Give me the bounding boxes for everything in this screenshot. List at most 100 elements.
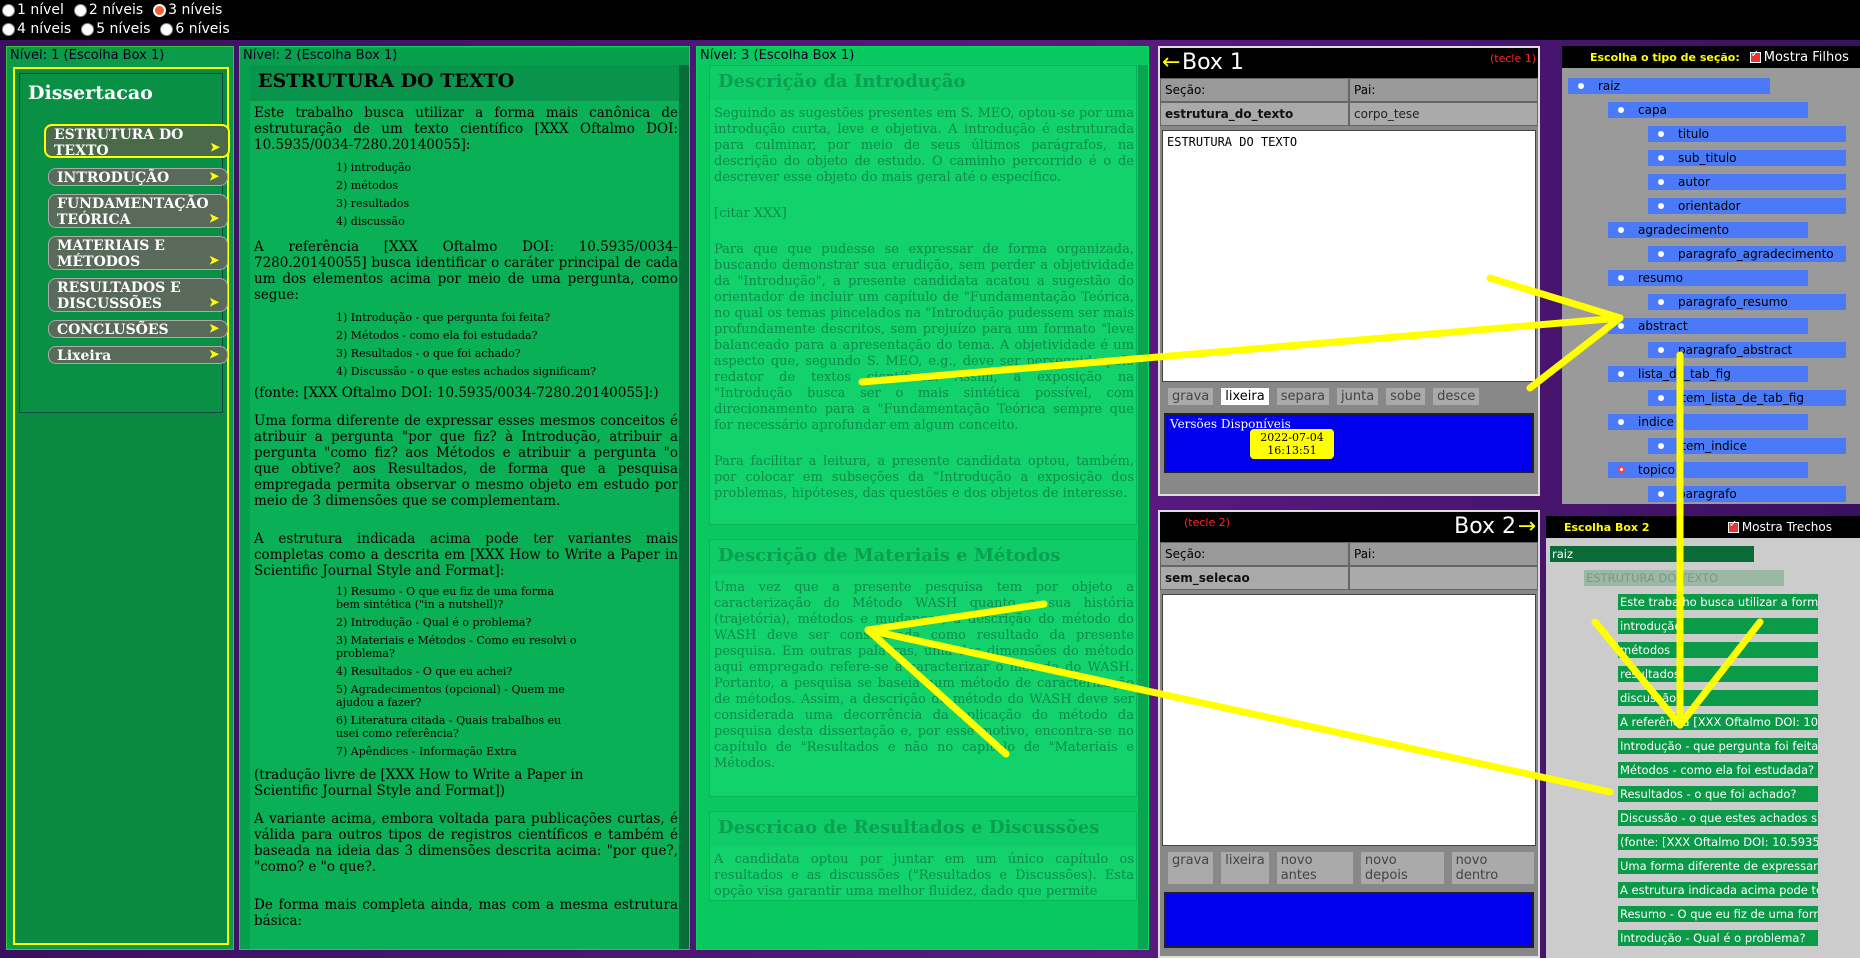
tree-node-paragrafo[interactable]: paragrafo (1648, 486, 1846, 502)
tree-node-capa[interactable]: capa (1608, 102, 1808, 118)
level-6-radio[interactable]: 6 níveis (160, 19, 230, 39)
box2-tree-node[interactable]: A referência [XXX Oftalmo DOI: 10.5 (1618, 714, 1818, 730)
box2-tree-node[interactable]: Introdução - que pergunta foi feita? (1618, 738, 1818, 754)
node-label: abstract (1638, 319, 1688, 333)
tree-header-label: Escolha Box 2 (1564, 520, 1650, 534)
node-label: orientador (1678, 199, 1741, 213)
paragraph: Seguindo as sugestões presentes em S. ME… (714, 106, 1134, 185)
toolbar: grava lixeira separa junta sobe desce (1160, 382, 1538, 405)
tree-node-sub-titulo[interactable]: sub_titulo (1648, 150, 1846, 166)
node-bullet-icon (1658, 251, 1664, 257)
sobe-button[interactable]: sobe (1386, 388, 1426, 405)
version-time: 16:13:51 (1267, 444, 1317, 457)
menu-item-conclusoes[interactable]: CONCLUSÕES ➤ (48, 320, 228, 338)
level-2-content[interactable]: ESTRUTURA DO TEXTO Este trabalho busca u… (250, 65, 680, 949)
box2-tree-node[interactable]: Resumo - O que eu fiz de uma forma (1618, 906, 1818, 922)
level-3-radio[interactable]: 3 níveis (153, 0, 222, 20)
mostra-trechos-checkbox[interactable]: Mostra Trechos (1727, 519, 1832, 534)
box2-tree-node[interactable]: resultados (1618, 666, 1818, 682)
tree-node-agradecimento[interactable]: agradecimento (1608, 222, 1808, 238)
section-materiais[interactable]: Descrição de Materiais e Métodos Uma vez… (709, 539, 1137, 797)
novo-antes-button[interactable]: novo antes (1276, 852, 1353, 884)
radio-selected-icon (153, 3, 167, 17)
scrollbar[interactable] (679, 65, 689, 949)
list-item: 3) resultados (336, 197, 410, 210)
menu-item-resultados[interactable]: RESULTADOS E DISCUSSÕES ➤ (48, 278, 228, 312)
desce-button[interactable]: desce (1433, 388, 1480, 405)
chevron-right-icon: ➤ (209, 140, 220, 154)
tree-node-lista-de-tab-fig[interactable]: lista_de_tab_fig (1608, 366, 1808, 382)
box2-tree-node[interactable]: raiz (1550, 546, 1754, 562)
menu-item-introducao[interactable]: INTRODUÇÃO ➤ (48, 168, 228, 186)
tree-node-raiz[interactable]: raiz (1568, 78, 1770, 94)
list-item: 3) Resultados - o que foi achado? (336, 347, 521, 360)
version-badge[interactable]: 2022-07-04 16:13:51 (1250, 429, 1334, 459)
lixeira-button[interactable]: lixeira (1221, 388, 1269, 405)
paragraph: Uma forma diferente de expressar esses m… (254, 413, 678, 509)
box2-tree-node[interactable]: Resultados - o que foi achado? (1618, 786, 1818, 802)
tree-node-paragrafo-agradecimento[interactable]: paragrafo_agradecimento (1648, 246, 1846, 262)
lixeira-button[interactable]: lixeira (1221, 852, 1269, 884)
node-bullet-icon (1618, 466, 1625, 473)
novo-dentro-button[interactable]: novo dentro (1451, 852, 1534, 884)
arrow-right-icon[interactable]: → (1518, 514, 1536, 539)
tree-node-item-lista-de-tab-fig[interactable]: item_lista_de_tab_fig (1648, 390, 1846, 406)
menu-item-lixeira[interactable]: Lixeira ➤ (48, 346, 228, 364)
box2-tree-node[interactable]: ESTRUTURA DO TEXTO (1584, 570, 1784, 586)
tree-node-item-indice[interactable]: item_indice (1648, 438, 1846, 454)
novo-depois-button[interactable]: novo depois (1360, 852, 1444, 884)
tree-node-paragrafo-abstract[interactable]: paragrafo_abstract (1648, 342, 1846, 358)
tree-node-resumo[interactable]: resumo (1608, 270, 1808, 286)
tree-node-paragrafo-resumo[interactable]: paragrafo_resumo (1648, 294, 1846, 310)
level-1-content: Dissertacao ESTRUTURA DO TEXTO ➤ INTRODUÇ… (13, 67, 230, 945)
list: 1) introdução 2) métodos 3) resultados 4… (250, 153, 680, 235)
level-4-radio[interactable]: 4 níveis (2, 19, 71, 39)
tree-node-titulo[interactable]: titulo (1648, 126, 1846, 142)
box2-tree-node[interactable]: métodos (1618, 642, 1818, 658)
chevron-right-icon: ➤ (208, 253, 219, 267)
tree-node-abstract[interactable]: abstract (1608, 318, 1808, 334)
section-resultados[interactable]: Descricao de Resultados e Discussões A c… (709, 811, 1137, 901)
box2-tree-node[interactable]: Métodos - como ela foi estudada? (1618, 762, 1818, 778)
hint: (tecle 2) (1184, 516, 1231, 529)
panel-title: Nível: 1 (Escolha Box 1) (10, 48, 165, 63)
box2-tree-node[interactable]: Introdução - Qual é o problema? (1618, 930, 1818, 946)
menu-item-estrutura[interactable]: ESTRUTURA DO TEXTO ➤ (44, 124, 230, 159)
list: 1) Resumo - O que eu fiz de uma forma be… (250, 579, 580, 767)
tree-node-topico[interactable]: topico (1608, 462, 1808, 478)
box2-tree-node[interactable]: Uma forma diferente de expressar es (1618, 858, 1818, 874)
node-bullet-icon (1658, 155, 1664, 161)
box2-tree-node[interactable]: discussão (1618, 690, 1818, 706)
separa-button[interactable]: separa (1276, 388, 1329, 405)
level-3-content[interactable]: Descrição da Introdução Seguindo as suge… (709, 65, 1137, 949)
node-label: titulo (1678, 127, 1710, 141)
box2-tree-node[interactable]: (fonte: [XXX Oftalmo DOI: 10.5935/0 (1618, 834, 1818, 850)
menu-item-fundamentacao[interactable]: FUNDAMENTAÇÃO TEÓRICA ➤ (48, 194, 228, 228)
tree-node-indice[interactable]: indice (1608, 414, 1808, 430)
level-1-radio[interactable]: 1 nível (2, 0, 64, 20)
node-label: paragrafo (1678, 487, 1737, 501)
arrow-left-icon[interactable]: ← (1162, 50, 1180, 75)
chevron-right-icon: ➤ (208, 295, 219, 309)
node-bullet-icon (1618, 275, 1624, 281)
box2-tree-node[interactable]: introdução (1618, 618, 1818, 634)
toolbar: grava lixeira novo antes novo depois nov… (1160, 846, 1538, 884)
grava-button[interactable]: grava (1168, 852, 1214, 884)
grava-button[interactable]: grava (1168, 388, 1214, 405)
node-label: indice (1638, 415, 1674, 429)
text-editor[interactable] (1162, 594, 1536, 846)
level-5-radio[interactable]: 5 níveis (81, 19, 150, 39)
menu-item-materiais[interactable]: MATERIAIS E MÉTODOS ➤ (48, 236, 228, 270)
text-editor[interactable]: ESTRUTURA DO TEXTO (1162, 130, 1536, 382)
box2-tree-node[interactable]: Este trabalho busca utilizar a forma (1618, 594, 1818, 610)
node-bullet-icon (1658, 299, 1664, 305)
junta-button[interactable]: junta (1337, 388, 1379, 405)
box2-tree-node[interactable]: A estrutura indicada acima pode ter (1618, 882, 1818, 898)
tree-node-orientador[interactable]: orientador (1648, 198, 1846, 214)
section-introducao[interactable]: Descrição da Introdução Seguindo as suge… (709, 65, 1137, 525)
mostra-filhos-checkbox[interactable]: Mostra Filhos (1749, 49, 1849, 65)
box2-tree-node[interactable]: Discussão - o que estes achados sign (1618, 810, 1818, 826)
tree-node-autor[interactable]: autor (1648, 174, 1846, 190)
level-2-radio[interactable]: 2 níveis (73, 0, 143, 20)
scrollbar[interactable] (1138, 65, 1148, 949)
